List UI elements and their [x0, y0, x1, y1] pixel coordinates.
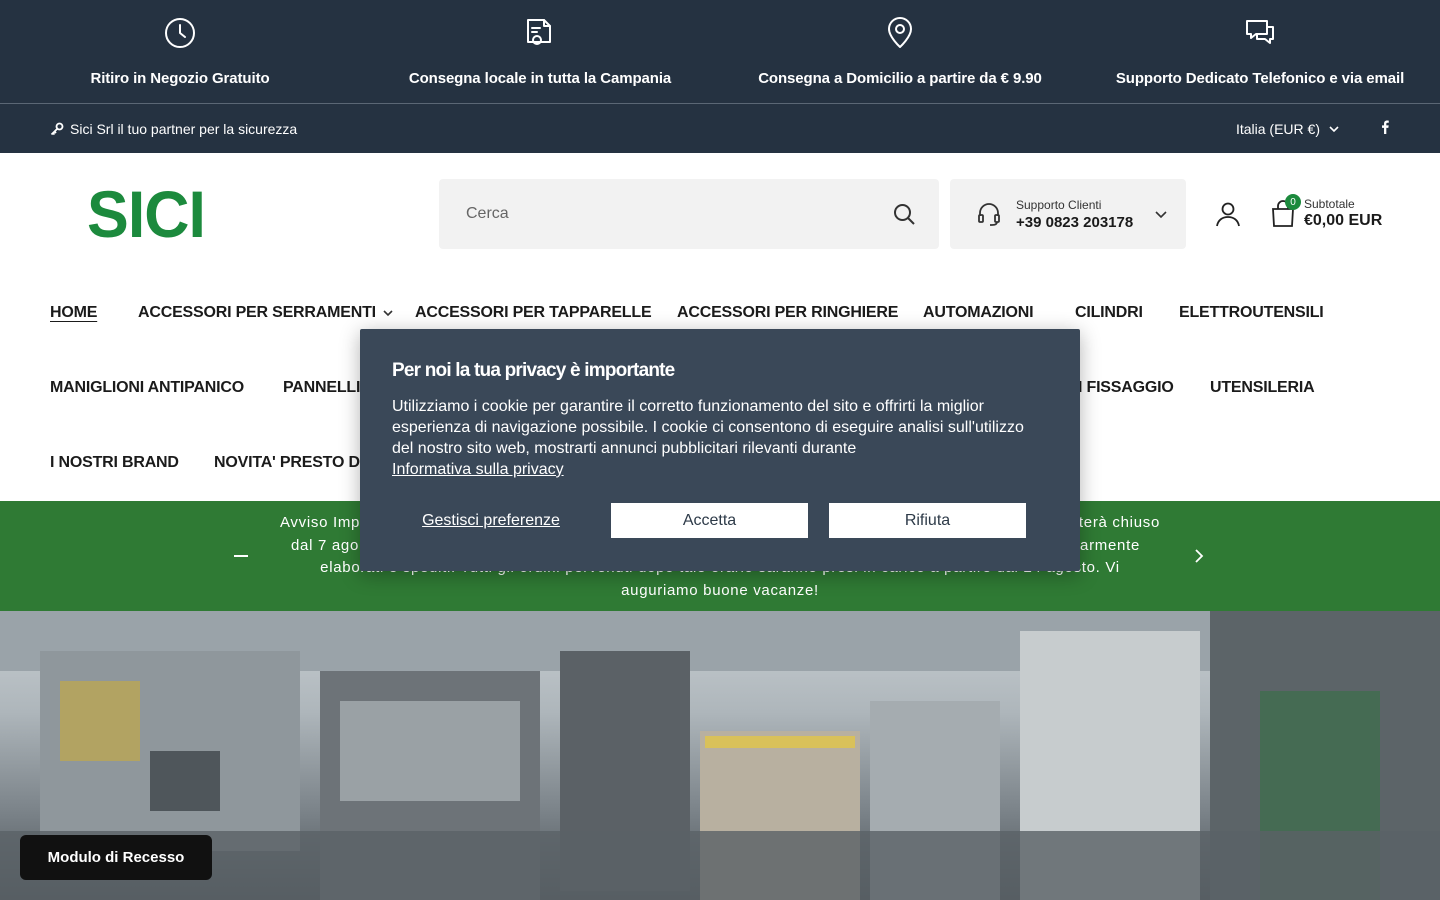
chevron-down-icon — [383, 310, 393, 317]
nav-pannelli[interactable]: PANNELLI — [283, 379, 360, 397]
cookie-consent-dialog: Per noi la tua privacy è importante Util… — [360, 329, 1080, 571]
clock-icon — [165, 18, 195, 48]
country-label: Italia (EUR €) — [1235, 120, 1320, 137]
logo[interactable]: SICI — [87, 177, 207, 251]
subtotal-amount: €0,00 EUR — [1304, 212, 1383, 229]
search-input[interactable] — [466, 205, 846, 223]
facebook-icon — [1382, 120, 1389, 134]
support-dropdown[interactable]: Supporto Clienti +39 0823 203178 — [950, 179, 1186, 249]
cart-button[interactable]: 0 Subtotale €0,00 EUR — [1270, 194, 1383, 230]
feature-label: Consegna a Domicilio a partire da € 9.90 — [758, 70, 1042, 87]
features-bar: Ritiro in Negozio Gratuito Consegna loca… — [0, 0, 1440, 104]
subtotal-label: Subtotale — [1304, 197, 1355, 211]
nav-nostri-brand[interactable]: I NOSTRI BRAND — [50, 454, 179, 472]
accept-button[interactable]: Accetta — [611, 503, 808, 538]
search-icon[interactable] — [892, 202, 916, 226]
nav-automazioni[interactable]: AUTOMAZIONI — [923, 304, 1034, 322]
privacy-policy-link[interactable]: Informativa sulla privacy — [392, 461, 564, 478]
tagline-text: Sici Srl il tuo partner per la sicurezza — [70, 120, 298, 137]
nav-novita[interactable]: NOVITA' PRESTO DI — [214, 454, 364, 472]
feature-label: Consegna locale in tutta la Campania — [408, 70, 672, 87]
nav-home[interactable]: HOME — [50, 304, 97, 322]
nav-accessori-serramenti[interactable]: ACCESSORI PER SERRAMENTI — [138, 304, 394, 322]
delivery-truck-icon — [527, 19, 551, 45]
svg-text:SICI: SICI — [87, 186, 205, 240]
user-icon — [1216, 202, 1240, 227]
cookie-title: Per noi la tua privacy è importante — [392, 360, 675, 381]
support-phone: +39 0823 203178 — [1016, 213, 1134, 231]
facebook-link[interactable] — [1380, 120, 1390, 137]
notice-line: Avviso Imp — [280, 514, 361, 531]
nav-label: ACCESSORI PER SERRAMENTI — [138, 304, 376, 321]
nav-accessori-ringhiere[interactable]: ACCESSORI PER RINGHIERE — [677, 304, 898, 322]
withdrawal-form-button[interactable]: Modulo di Recesso — [20, 835, 212, 880]
manage-preferences-button[interactable]: Gestisci preferenze — [392, 512, 590, 530]
hero-store-image — [0, 611, 1440, 900]
previous-notice-button[interactable] — [234, 555, 248, 557]
cookie-body-text: Utilizziamo i cookie per garantire il co… — [392, 398, 1024, 457]
nav-elettroutensili[interactable]: ELETTROUTENSILI — [1179, 304, 1324, 322]
nav-sistemi-fissaggio[interactable]: I FISSAGGIO — [1078, 379, 1174, 397]
chevron-down-icon — [1155, 211, 1167, 219]
nav-cilindri[interactable]: CILINDRI — [1075, 304, 1143, 322]
sici-logo: SICI — [87, 177, 206, 251]
chat-bubbles-icon — [1246, 20, 1274, 44]
feature-pickup: Ritiro in Negozio Gratuito — [0, 0, 360, 103]
top-strip: Sici Srl il tuo partner per la sicurezza… — [0, 104, 1440, 153]
site-header: SICI Supporto Clienti +39 0823 203178 0 … — [0, 153, 1440, 275]
reject-button[interactable]: Rifiuta — [829, 503, 1026, 538]
tagline: Sici Srl il tuo partner per la sicurezza — [50, 121, 297, 137]
feature-label: Supporto Dedicato Telefonico e via email — [1115, 70, 1405, 87]
feature-label: Ritiro in Negozio Gratuito — [90, 70, 270, 87]
headset-icon — [978, 203, 1000, 226]
feature-home-delivery: Consegna a Domicilio a partire da € 9.90 — [720, 0, 1080, 103]
account-button[interactable] — [1214, 200, 1242, 233]
chevron-right-icon[interactable] — [1192, 548, 1206, 564]
search-bar — [439, 179, 939, 249]
map-pin-icon — [888, 17, 912, 48]
notice-line: terà chiuso — [1078, 514, 1160, 531]
nav-utensileria[interactable]: UTENSILERIA — [1210, 379, 1315, 397]
chevron-down-icon — [1329, 125, 1339, 132]
notice-line: dal 7 ago — [291, 536, 360, 554]
nav-accessori-tapparelle[interactable]: ACCESSORI PER TAPPARELLE — [415, 304, 652, 322]
support-label: Supporto Clienti — [1016, 197, 1102, 212]
cookie-body: Utilizziamo i cookie per garantire il co… — [392, 396, 1042, 480]
feature-local-delivery: Consegna locale in tutta la Campania — [360, 0, 720, 103]
feature-support: Supporto Dedicato Telefonico e via email — [1080, 0, 1440, 103]
cart-count-badge: 0 — [1285, 194, 1301, 210]
key-icon — [50, 122, 64, 135]
country-selector[interactable]: Italia (EUR €) — [1236, 121, 1340, 137]
nav-maniglioni-antipanico[interactable]: MANIGLIONI ANTIPANICO — [50, 379, 244, 397]
notice-line: auguriamo buone vacanze! — [621, 581, 819, 599]
